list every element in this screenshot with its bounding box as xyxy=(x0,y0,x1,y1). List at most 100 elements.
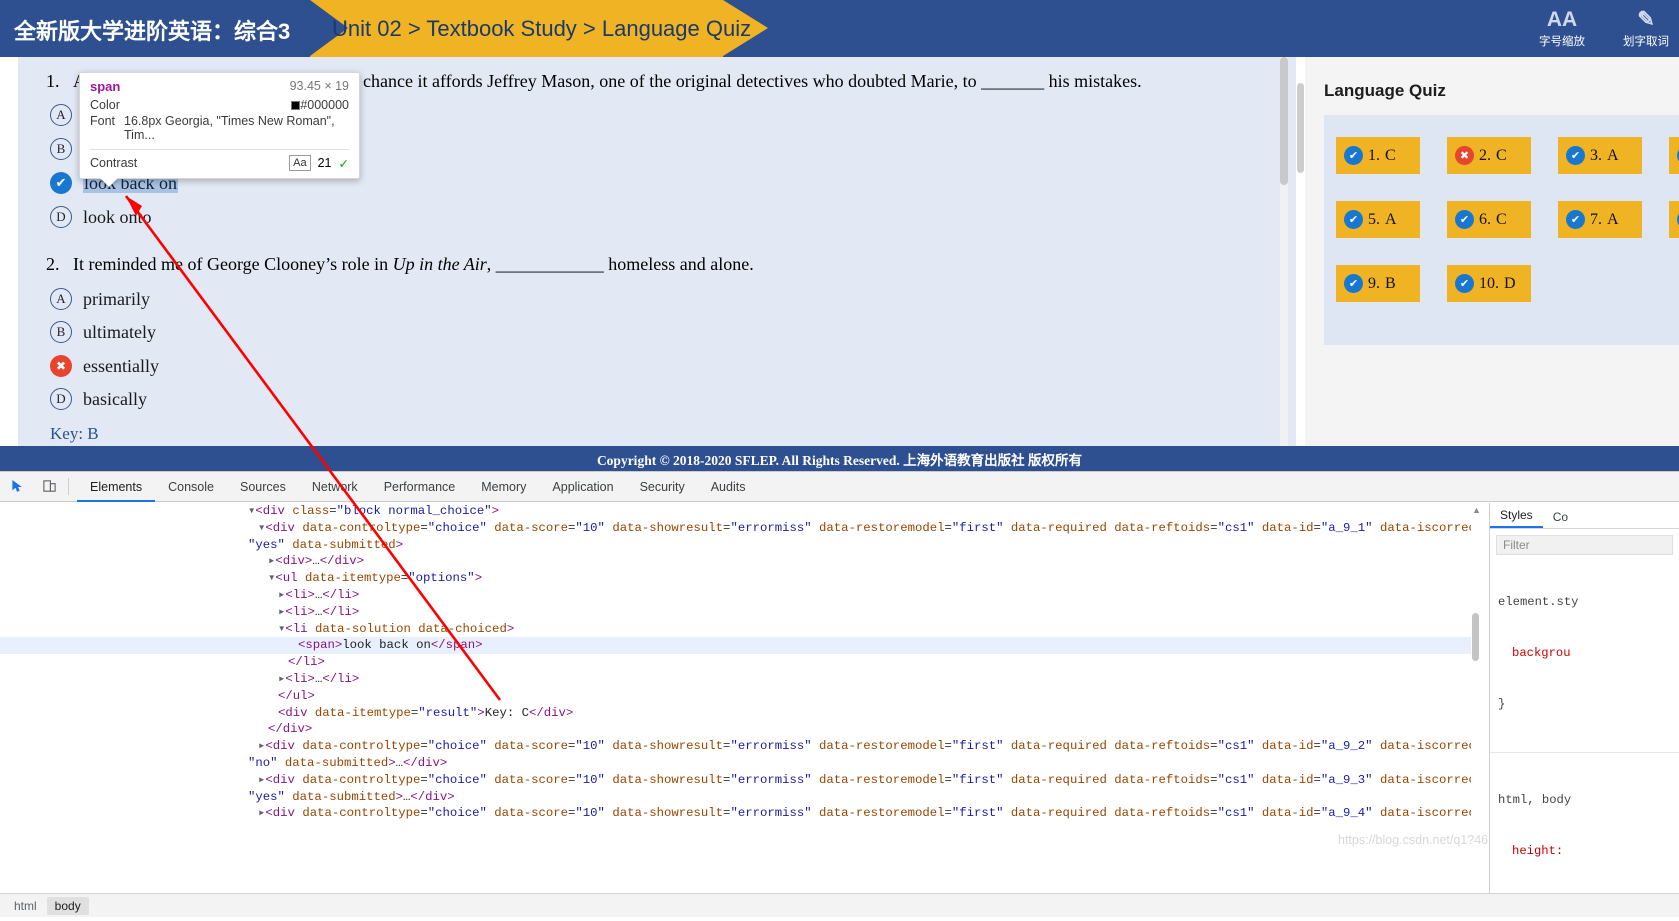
chip-answer: A xyxy=(1607,146,1619,164)
summary-chip-8[interactable]: ✔ 8. D xyxy=(1669,201,1679,238)
tab-console[interactable]: Console xyxy=(155,472,227,502)
tooltip-tag-name: span xyxy=(90,79,121,94)
quiz-summary-pane: Language Quiz ✔ 1. C ✖ 2. C ✔ 3. A ✔ 5. … xyxy=(1296,57,1679,446)
tab-styles[interactable]: Styles xyxy=(1490,508,1543,528)
dom-scrollbar[interactable]: ▲ xyxy=(1471,503,1481,862)
dom-line[interactable]: ▾<li data-solution data-choiced> xyxy=(0,621,1480,638)
question-2-stem: It reminded me of George Clooney’s role … xyxy=(73,254,754,275)
dom-line[interactable]: ▸<div>…</div> xyxy=(0,553,1480,570)
highlight-label: 划字取词 xyxy=(1623,35,1669,48)
dom-line[interactable]: "yes" data-submitted> xyxy=(0,537,1480,554)
style-prop[interactable]: height: xyxy=(1498,843,1671,860)
dom-line[interactable]: ▾<div data-controltype="choice" data-sco… xyxy=(0,520,1480,537)
dom-line[interactable]: </ul> xyxy=(0,688,1480,705)
option-text: primarily xyxy=(83,288,150,309)
summary-chip-10[interactable]: ✔ 10. D xyxy=(1447,265,1531,302)
tab-memory[interactable]: Memory xyxy=(468,472,539,502)
dom-line[interactable]: ▾<ul data-itemtype="options"> xyxy=(0,570,1480,587)
dom-line[interactable]: "no" data-submitted>…</div> xyxy=(0,755,1480,772)
dom-breadcrumb: html body xyxy=(0,893,1679,917)
tab-elements[interactable]: Elements xyxy=(77,472,156,502)
styles-filter-input[interactable]: Filter xyxy=(1496,535,1673,555)
quiz-scrollbar-thumb[interactable] xyxy=(1280,57,1288,185)
site-footer: Copyright © 2018-2020 SFLEP. All Rights … xyxy=(0,446,1679,471)
dom-line[interactable]: </div> xyxy=(0,721,1480,738)
tooltip-font-row: Font 16.8px Georgia, "Times New Roman", … xyxy=(80,113,359,147)
font-size-icon: AA xyxy=(1546,7,1578,31)
option-letter-badge: A xyxy=(50,104,72,126)
question-2-option-c[interactable]: ✖ essentially xyxy=(50,355,159,377)
copyright-text: Copyright © 2018-2020 SFLEP. All Rights … xyxy=(596,452,1083,468)
dom-line[interactable]: ▾<div class="block normal_choice"> xyxy=(0,503,1480,520)
tab-application[interactable]: Application xyxy=(539,472,626,502)
summary-chip-2[interactable]: ✖ 2. C xyxy=(1447,137,1531,174)
dom-scrollbar-thumb[interactable] xyxy=(1472,613,1479,661)
summary-scrollbar[interactable] xyxy=(1296,57,1305,446)
question-2-option-a[interactable]: A primarily xyxy=(50,288,150,310)
dom-line[interactable]: <span>look back on</span> xyxy=(0,637,1480,655)
tab-computed[interactable]: Co xyxy=(1543,510,1578,528)
check-icon: ✔ xyxy=(1566,210,1585,229)
dom-line[interactable]: ▸<li>…</li> xyxy=(0,604,1480,621)
option-letter-badge: D xyxy=(50,388,72,410)
summary-chip-9[interactable]: ✔ 9. B xyxy=(1336,265,1420,302)
question-1-stem-after: chance it affords Jeffrey Mason, one of … xyxy=(363,71,1142,91)
dom-tree[interactable]: ▾<div class="block normal_choice"> ▾<div … xyxy=(0,503,1480,862)
check-icon: ✔ xyxy=(1344,210,1363,229)
tab-security[interactable]: Security xyxy=(627,472,698,502)
tooltip-color-label: Color xyxy=(90,98,120,112)
dom-line[interactable]: ▸<div data-controltype="choice" data-sco… xyxy=(0,738,1480,755)
tooltip-font-label: Font xyxy=(90,114,116,128)
tab-sources[interactable]: Sources xyxy=(227,472,299,502)
chip-answer: B xyxy=(1385,274,1396,292)
chip-answer: D xyxy=(1504,274,1516,292)
course-banner: 全新版大学进阶英语：综合3 Unit 02 > Textbook Study >… xyxy=(0,0,1679,57)
highlight-tool[interactable]: ✎ 划字取词 xyxy=(1617,8,1675,49)
q2-stem-part1: It reminded me of George Clooney’s role … xyxy=(73,254,393,274)
dom-line[interactable]: ▸<li>…</li> xyxy=(0,587,1480,604)
summary-chip-1[interactable]: ✔ 1. C xyxy=(1336,137,1420,174)
chip-number: 2. xyxy=(1479,146,1491,164)
style-selector: html, body xyxy=(1498,793,1572,807)
summary-chip-4[interactable]: ✔ 4. B xyxy=(1669,137,1679,174)
question-1-option-d[interactable]: D look onto xyxy=(50,206,152,228)
tab-audits[interactable]: Audits xyxy=(698,472,759,502)
dom-line[interactable]: <div data-itemtype="result">Key: C</div> xyxy=(0,705,1480,722)
tab-performance[interactable]: Performance xyxy=(371,472,469,502)
font-size-tool[interactable]: AA 字号缩放 xyxy=(1533,7,1591,49)
check-icon: ✔ xyxy=(1344,274,1363,293)
dom-line[interactable]: </li> xyxy=(0,654,1480,671)
breadcrumb-html[interactable]: html xyxy=(6,897,45,915)
style-rule-html-body[interactable]: html, body height: overflow } xyxy=(1490,753,1679,893)
styles-tabs: Styles Co xyxy=(1490,503,1679,529)
dom-scroll-up-icon[interactable]: ▲ xyxy=(1472,505,1481,515)
summary-chip-5[interactable]: ✔ 5. A xyxy=(1336,201,1420,238)
summary-card: ✔ 1. C ✖ 2. C ✔ 3. A ✔ 5. A ✔ 6. C ✔ 7. … xyxy=(1324,115,1679,345)
style-rule-element[interactable]: element.sty backgrou } xyxy=(1490,555,1679,753)
watermark: https://blog.csdn.net/q1?46 xyxy=(1338,833,1489,847)
summary-chip-3[interactable]: ✔ 3. A xyxy=(1558,137,1642,174)
summary-chip-6[interactable]: ✔ 6. C xyxy=(1447,201,1531,238)
summary-chip-7[interactable]: ✔ 7. A xyxy=(1558,201,1642,238)
question-2-option-d[interactable]: D basically xyxy=(50,388,147,410)
dom-line[interactable]: ▸<li>…</li> xyxy=(0,671,1480,688)
dom-line[interactable]: ▸<div data-controltype="choice" data-sco… xyxy=(0,805,1480,822)
check-icon: ✔ xyxy=(1455,274,1474,293)
quiz-scrollbar[interactable] xyxy=(1280,57,1288,446)
question-2-option-b[interactable]: B ultimately xyxy=(50,321,156,343)
tooltip-tag-row: span 93.45 × 19 xyxy=(80,78,359,97)
check-icon: ✔ xyxy=(1455,210,1474,229)
check-icon: ✔ xyxy=(1344,146,1363,165)
inspect-element-icon[interactable] xyxy=(5,474,31,500)
element-inspector-tooltip: span 93.45 × 19 Color #000000 Font 16.8p… xyxy=(79,72,360,187)
tab-network[interactable]: Network xyxy=(299,472,371,502)
dom-line[interactable]: "yes" data-submitted>…</div> xyxy=(0,789,1480,806)
banner-tools: AA 字号缩放 ✎ 划字取词 xyxy=(1533,0,1679,57)
tooltip-contrast-label: Contrast xyxy=(90,156,138,170)
style-prop[interactable]: backgrou xyxy=(1498,645,1671,662)
device-toolbar-icon[interactable] xyxy=(36,474,62,500)
dom-line[interactable]: ▸<div data-controltype="choice" data-sco… xyxy=(0,772,1480,789)
summary-scrollbar-thumb[interactable] xyxy=(1297,83,1304,173)
breadcrumb-body[interactable]: body xyxy=(46,896,89,915)
pane-gap xyxy=(1288,57,1296,446)
